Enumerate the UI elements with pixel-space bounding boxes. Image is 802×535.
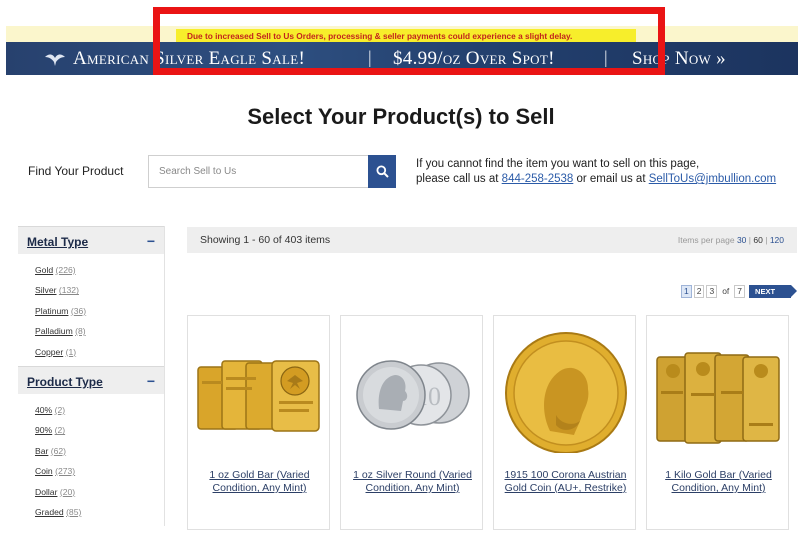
product-card[interactable]: 10 1 oz Silver Round (Varied Condition, …	[340, 315, 483, 530]
collapse-icon[interactable]: −	[147, 233, 155, 249]
product-title-line: Condition, Any Mint)	[365, 482, 460, 494]
phone-link[interactable]: 844-258-2538	[502, 173, 574, 185]
filter-count: (36)	[70, 305, 87, 316]
silver-rounds-image: 10	[356, 360, 470, 430]
filter-name: Gold	[35, 265, 54, 275]
product-title-link[interactable]: 1 oz Silver Round (Varied Condition, Any…	[347, 469, 478, 495]
product-title-line: 1 oz Gold Bar (Varied	[209, 469, 310, 481]
banner-separator: |	[368, 47, 372, 67]
filter-option[interactable]: Bar (62)	[35, 441, 164, 461]
facet-list-product-type: 40% (2) 90% (2) Bar (62) Coin (273) Doll…	[18, 394, 164, 526]
contact-line-2: please call us at 844-258-2538 or email …	[416, 172, 776, 187]
eagle-icon	[45, 54, 65, 66]
filter-count: (20)	[59, 486, 76, 497]
per-page-separator: |	[748, 235, 751, 245]
filter-name: Coin	[35, 466, 53, 477]
filter-option[interactable]: Dollar (20)	[35, 482, 164, 502]
filter-name: Dollar	[35, 486, 58, 497]
filter-option[interactable]: Coin (273)	[35, 461, 164, 481]
banner-separator: |	[604, 47, 608, 67]
page-title: Select Your Product(s) to Sell	[247, 104, 555, 129]
filter-option[interactable]: Silver (132)	[35, 280, 164, 300]
per-page-30[interactable]: 30	[737, 235, 746, 245]
contact-call-text: please call us at	[416, 173, 502, 185]
filter-name: 90%	[35, 425, 53, 436]
product-title-line: Gold Coin (AU+, Restrike)	[504, 482, 627, 494]
email-link[interactable]: SellToUs@jmbullion.com	[649, 173, 776, 185]
per-page-label: Items per page	[677, 235, 735, 245]
filter-option[interactable]: Graded (85)	[35, 502, 164, 522]
filter-name: Platinum	[35, 305, 69, 316]
pagination: 1 2 3 of 7 NEXT	[681, 284, 798, 298]
product-title-line: 1915 100 Corona Austrian	[504, 469, 627, 481]
filter-count: (2)	[54, 404, 66, 415]
filter-count: (132)	[58, 285, 79, 296]
filter-count: (226)	[55, 265, 76, 275]
filter-name: Palladium	[35, 326, 73, 337]
banner-price-text: $4.99/oz Over Spot!	[393, 48, 555, 69]
product-title-line: 1 oz Silver Round (Varied	[353, 469, 472, 481]
filter-count: (273)	[55, 466, 76, 477]
filter-option[interactable]: 40% (2)	[35, 400, 164, 420]
filter-count: (1)	[65, 346, 77, 357]
filter-option[interactable]: 90% (2)	[35, 420, 164, 440]
product-title-link[interactable]: 1 Kilo Gold Bar (Varied Condition, Any M…	[653, 469, 784, 495]
filter-option[interactable]: Palladium (8)	[35, 321, 164, 341]
filter-name: 40%	[35, 404, 53, 415]
filter-option[interactable]: Platinum (36)	[35, 301, 164, 321]
kilo-gold-bars-image	[656, 352, 780, 444]
gold-bars-image	[197, 360, 320, 432]
filter-option[interactable]: Gold (226)	[35, 260, 164, 280]
page-2-button[interactable]: 2	[693, 284, 705, 298]
promo-banner[interactable]: American Silver Eagle Sale! | $4.99/oz O…	[6, 42, 798, 75]
filter-sidebar: Metal Type − Gold (226) Silver (132) Pla…	[18, 226, 165, 526]
filter-option[interactable]: Copper (1)	[35, 342, 164, 362]
product-title-link[interactable]: 1 oz Gold Bar (Varied Condition, Any Min…	[194, 469, 325, 495]
facet-title[interactable]: Metal Type	[27, 235, 88, 249]
per-page-60[interactable]: 60	[753, 235, 762, 245]
find-product-label: Find Your Product	[28, 164, 124, 178]
filter-count: (2)	[54, 425, 66, 436]
collapse-icon[interactable]: −	[147, 373, 155, 389]
notice-text: Due to increased Sell to Us Orders, proc…	[176, 29, 636, 43]
facet-header-metal-type[interactable]: Metal Type −	[18, 226, 164, 254]
filter-count: (85)	[66, 506, 82, 517]
filter-name: Copper	[35, 346, 64, 357]
product-title-line: 1 Kilo Gold Bar (Varied	[665, 469, 772, 481]
search-button[interactable]	[368, 155, 396, 188]
items-per-page: Items per page 30 | 60 | 120	[678, 235, 784, 245]
product-title-line: Condition, Any Mint)	[212, 482, 307, 494]
banner-shop-now-link[interactable]: Shop Now »	[632, 48, 726, 70]
next-page-button[interactable]: NEXT	[749, 284, 798, 298]
pagination-of-label: of	[722, 286, 730, 296]
filter-count: (62)	[50, 445, 67, 456]
filter-count: (8)	[75, 326, 86, 337]
product-card[interactable]: 1 Kilo Gold Bar (Varied Condition, Any M…	[646, 315, 789, 530]
banner-sale-text: American Silver Eagle Sale!	[73, 48, 306, 69]
per-page-120[interactable]: 120	[770, 235, 784, 245]
facet-title[interactable]: Product Type	[27, 375, 103, 389]
last-page-button[interactable]: 7	[734, 284, 746, 298]
product-title-line: Condition, Any Mint)	[671, 482, 766, 494]
page-1-button[interactable]: 1	[681, 284, 692, 298]
facet-header-product-type[interactable]: Product Type −	[18, 365, 164, 394]
contact-email-text: or email us at	[573, 173, 649, 185]
facet-list-metal-type: Gold (226) Silver (132) Platinum (36) Pa…	[18, 254, 164, 366]
search-icon	[376, 165, 389, 178]
page-3-button[interactable]: 3	[706, 284, 718, 298]
notice-bar: Due to increased Sell to Us Orders, proc…	[6, 26, 798, 43]
gold-coin-image	[505, 332, 627, 453]
results-count: Showing 1 - 60 of 403 items	[200, 234, 331, 246]
product-card[interactable]: 1915 100 Corona Austrian Gold Coin (AU+,…	[493, 315, 636, 530]
filter-name: Silver	[35, 285, 57, 296]
product-card[interactable]: 1 oz Gold Bar (Varied Condition, Any Min…	[187, 315, 330, 530]
product-title-link[interactable]: 1915 100 Corona Austrian Gold Coin (AU+,…	[500, 469, 631, 495]
filter-name: Bar	[35, 445, 49, 456]
per-page-separator: |	[765, 235, 768, 245]
search-input[interactable]	[148, 155, 368, 188]
contact-line-1: If you cannot find the item you want to …	[416, 158, 700, 170]
contact-info: If you cannot find the item you want to …	[416, 157, 776, 187]
results-bar: Showing 1 - 60 of 403 items Items per pa…	[187, 227, 797, 253]
filter-name: Graded	[35, 506, 64, 517]
